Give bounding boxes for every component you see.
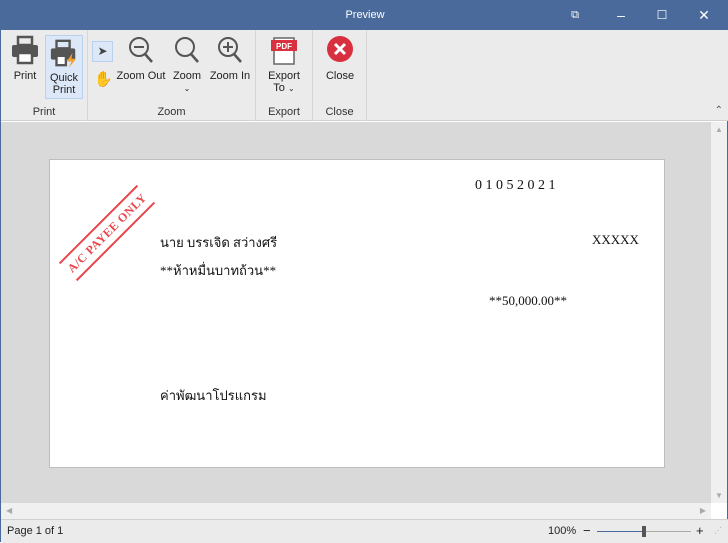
- print-group: Print Quick Print Print: [1, 30, 88, 121]
- zoom-in-button[interactable]: Zoom In: [208, 34, 252, 82]
- group-label-export: Export: [268, 106, 300, 118]
- window-title: Preview: [345, 9, 385, 21]
- status-bar: Page 1 of 1 100% − + ⋰: [1, 519, 728, 543]
- horizontal-scrollbar[interactable]: ◀ ▶: [1, 503, 711, 519]
- amount-figure: **50,000.00**: [489, 293, 567, 308]
- zoom-level: 100%: [548, 525, 577, 537]
- cheque-date: 0 1 0 5 2 0 2 1: [475, 178, 556, 193]
- page-indicator: Page 1 of 1: [7, 525, 64, 537]
- group-label-close: Close: [325, 106, 354, 118]
- amount-in-words: **ห้าหมื่นบาทถ้วน**: [160, 263, 277, 278]
- zoom-out-icon: [129, 37, 153, 63]
- scroll-down-icon[interactable]: ▼: [715, 491, 723, 500]
- scroll-left-icon[interactable]: ◀: [6, 506, 12, 515]
- vertical-scrollbar[interactable]: ▲ ▼: [711, 122, 727, 503]
- preview-area: 0 1 0 5 2 0 2 1 นาย บรรเจิด สว่างศรี XXX…: [1, 122, 711, 503]
- print-button[interactable]: Print: [7, 34, 43, 98]
- hand-tool-icon[interactable]: ✋: [94, 70, 113, 88]
- cheque-page: 0 1 0 5 2 0 2 1 นาย บรรเจิด สว่างศรี XXX…: [49, 159, 665, 468]
- group-label-zoom: Zoom: [157, 106, 186, 118]
- quick-print-button[interactable]: Quick Print: [45, 35, 83, 99]
- export-group: PDF Export To ⌄ Export: [256, 30, 313, 121]
- group-label-print: Print: [32, 106, 56, 118]
- chevron-down-icon: ⌄: [287, 84, 295, 93]
- close-window-button[interactable]: ✕: [686, 1, 722, 30]
- zoom-button[interactable]: Zoom ⌄: [168, 34, 206, 95]
- quick-print-icon: [50, 39, 77, 68]
- maximize-button[interactable]: ☐: [644, 1, 680, 30]
- scroll-right-icon[interactable]: ▶: [700, 506, 706, 515]
- close-group: Close Close: [313, 30, 367, 121]
- collapse-ribbon-icon[interactable]: ⌃: [715, 105, 723, 116]
- minimize-button[interactable]: –: [603, 1, 639, 30]
- pointer-tool-icon[interactable]: ➤: [92, 41, 113, 62]
- ac-payee-only-stamp: A/C PAYEE ONLY: [58, 184, 156, 282]
- zoom-icon: [175, 37, 199, 63]
- zoom-in-icon: [218, 37, 242, 63]
- chevron-down-icon: ⌄: [183, 84, 191, 93]
- zoom-slider[interactable]: [597, 526, 691, 537]
- payee-name: นาย บรรเจิด สว่างศรี: [160, 235, 278, 250]
- memo-text: ค่าพัฒนาโปรแกรม: [160, 388, 267, 403]
- scroll-up-icon[interactable]: ▲: [715, 125, 723, 134]
- zoom-group: ➤ ✋ Zoom Out Zoom ⌄ Zoom In Zoom: [88, 30, 256, 121]
- zoom-out-button[interactable]: Zoom Out: [116, 34, 166, 82]
- close-circle-icon: [327, 36, 353, 62]
- restore-layout-icon[interactable]: ⧉: [557, 1, 593, 30]
- svg-text:PDF: PDF: [276, 42, 292, 51]
- ribbon: Print Quick Print Print ➤ ✋ Zoom Out Zoom…: [1, 30, 728, 121]
- export-to-button[interactable]: PDF Export To ⌄: [264, 34, 304, 95]
- zoom-slider-thumb[interactable]: [642, 526, 646, 537]
- close-button[interactable]: Close: [321, 34, 359, 82]
- title-bar: Preview ⧉ – ☐ ✕: [1, 1, 728, 30]
- zoom-out-small-button[interactable]: −: [583, 520, 591, 542]
- pdf-icon: PDF: [271, 37, 297, 65]
- zoom-in-small-button[interactable]: +: [696, 520, 704, 542]
- bearer-text: XXXXX: [592, 232, 639, 247]
- printer-icon: [12, 35, 38, 65]
- resize-grip-icon[interactable]: ⋰: [714, 520, 722, 542]
